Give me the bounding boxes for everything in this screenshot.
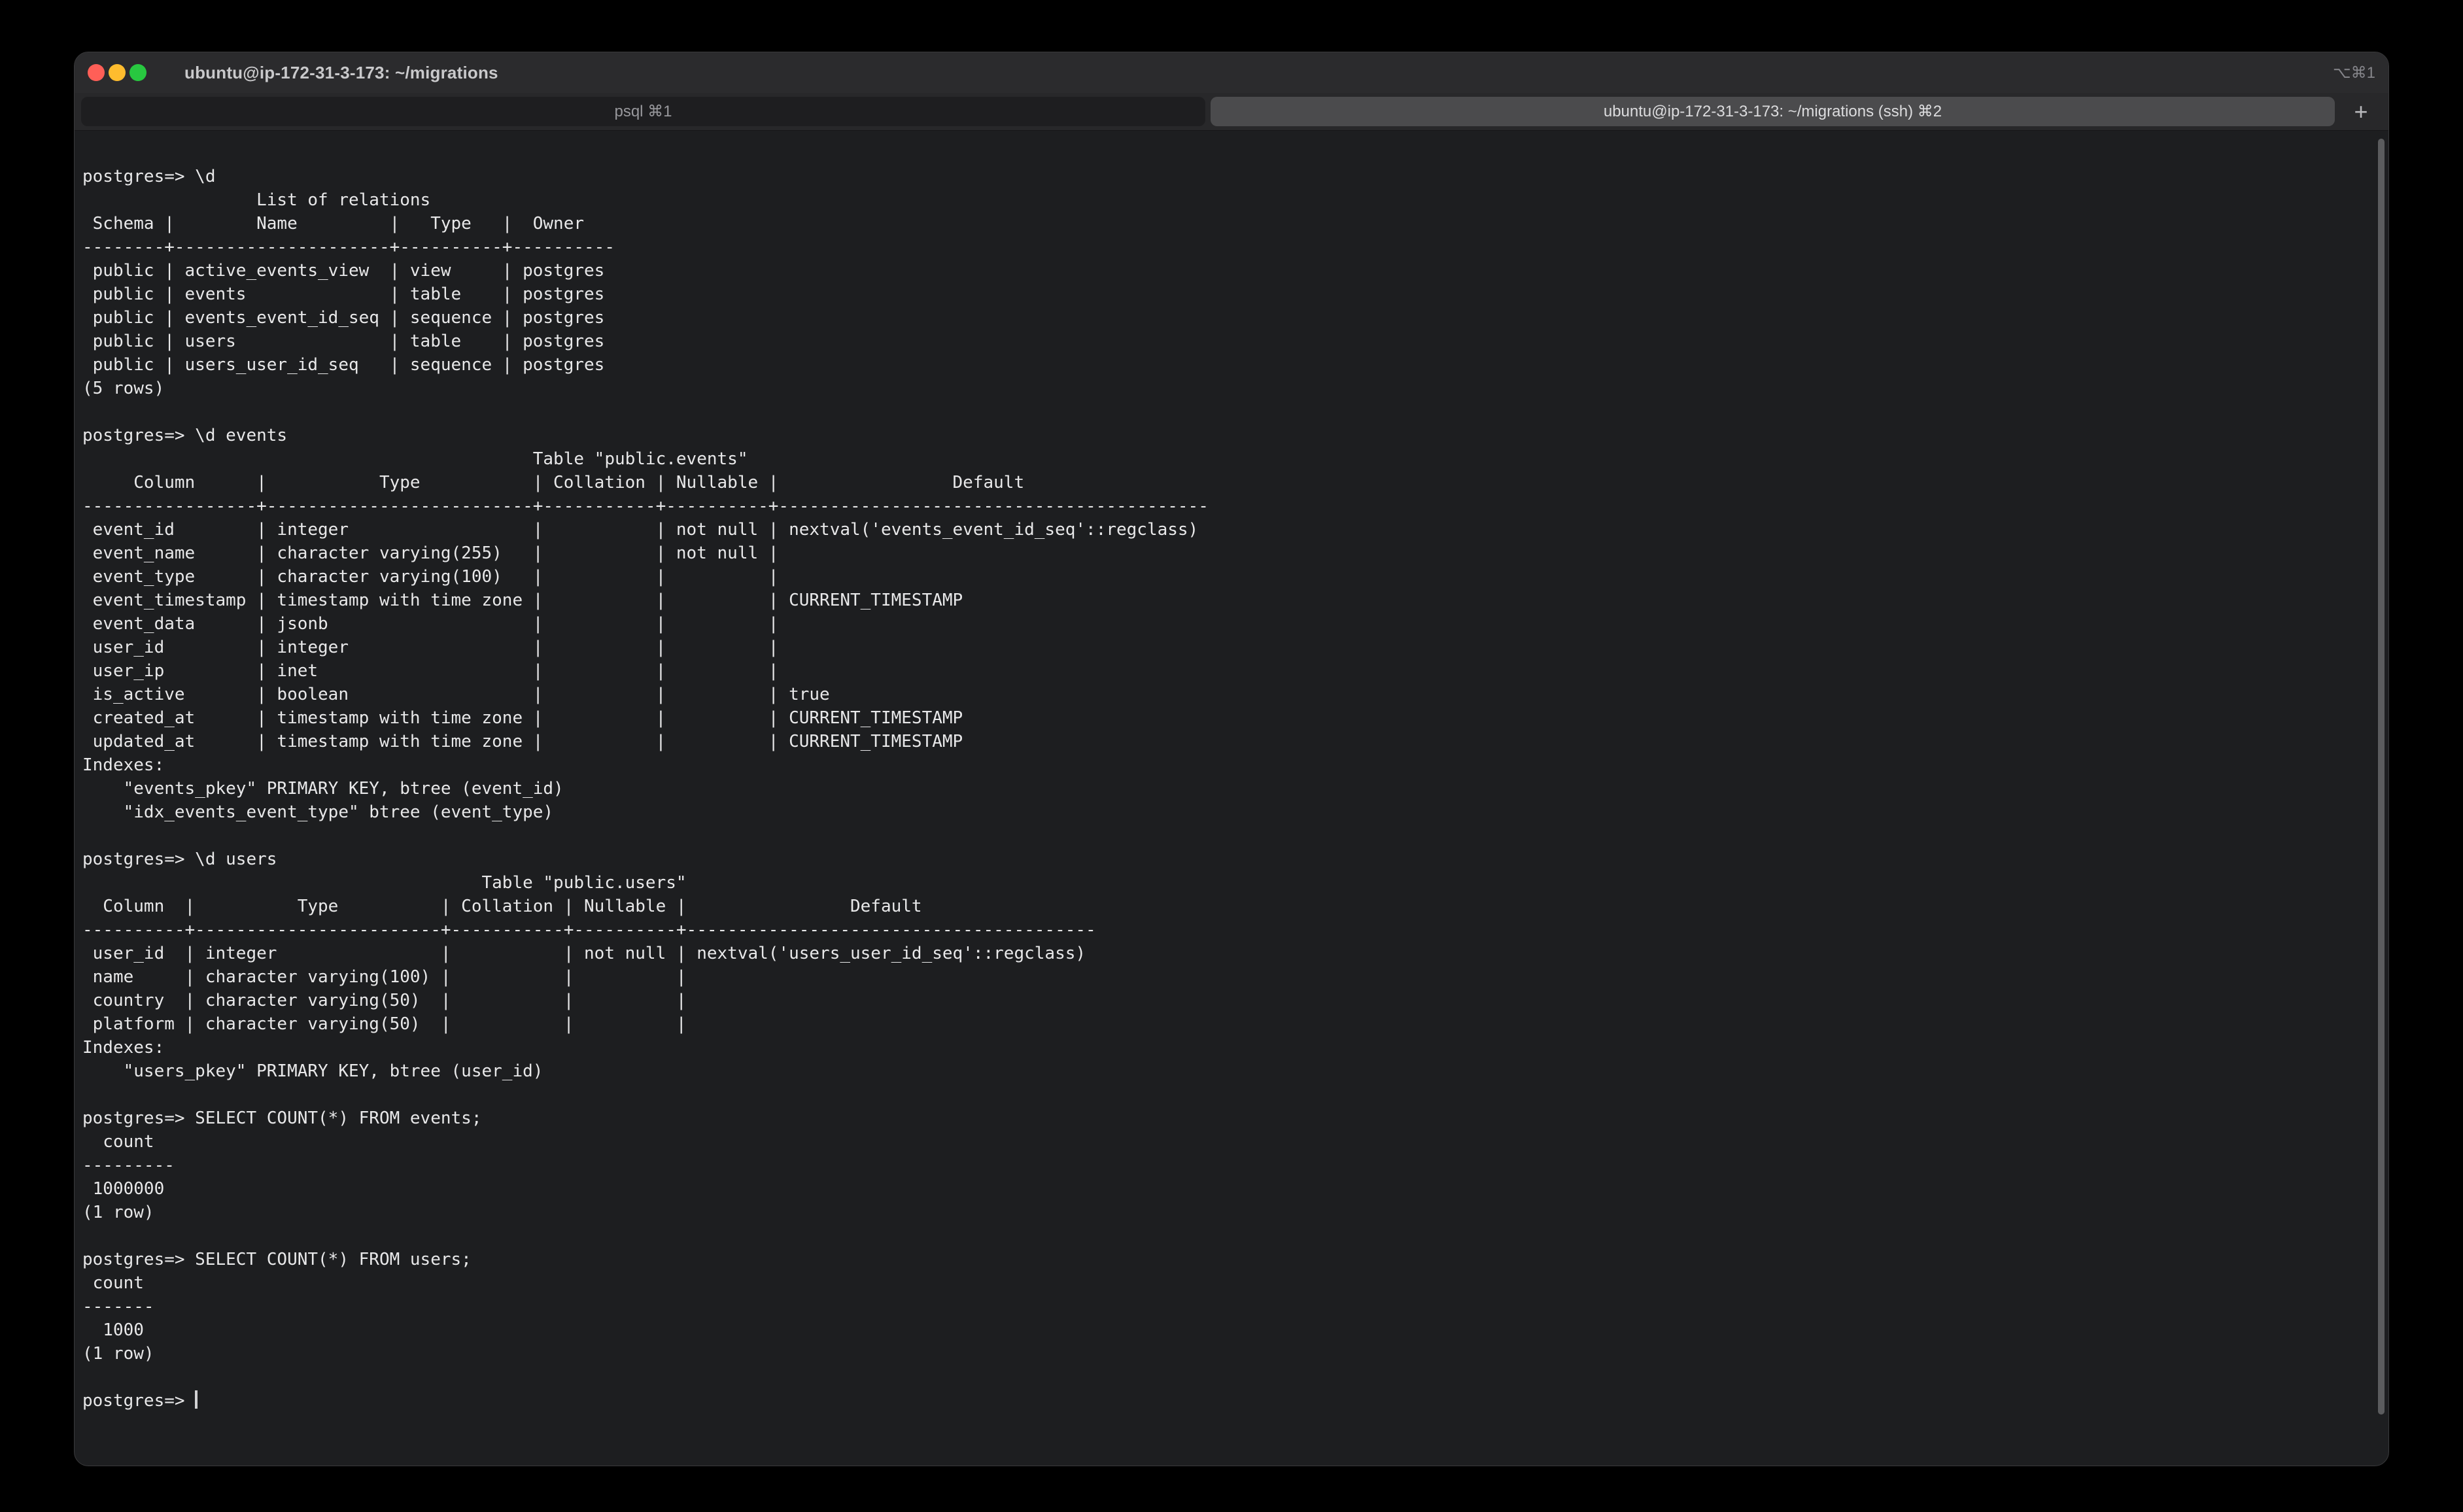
- window-titlebar[interactable]: ubuntu@ip-172-31-3-173: ~/migrations ⌥⌘1: [75, 52, 2388, 93]
- terminal-text: postgres=> \d List of relations Schema |…: [82, 167, 1209, 1411]
- keyboard-shortcut-hint: ⌥⌘1: [2333, 63, 2375, 82]
- new-tab-button[interactable]: +: [2340, 97, 2382, 126]
- zoom-button[interactable]: [129, 64, 146, 81]
- close-button[interactable]: [88, 64, 105, 81]
- text-cursor: [195, 1390, 198, 1409]
- minimize-button[interactable]: [109, 64, 126, 81]
- traffic-lights: [88, 64, 146, 81]
- tab-ssh-migrations[interactable]: ubuntu@ip-172-31-3-173: ~/migrations (ss…: [1211, 97, 2335, 126]
- terminal-content[interactable]: postgres=> \d List of relations Schema |…: [75, 131, 2388, 1466]
- tab-psql-label: psql ⌘1: [614, 102, 672, 121]
- tab-psql[interactable]: psql ⌘1: [81, 97, 1205, 126]
- terminal-buffer: postgres=> \d List of relations Schema |…: [75, 131, 2388, 1413]
- tab-bar: psql ⌘1 ubuntu@ip-172-31-3-173: ~/migrat…: [75, 93, 2388, 131]
- desktop-background: ubuntu@ip-172-31-3-173: ~/migrations ⌥⌘1…: [0, 0, 2463, 1512]
- window-title: ubuntu@ip-172-31-3-173: ~/migrations: [184, 63, 498, 83]
- tab-ssh-migrations-label: ubuntu@ip-172-31-3-173: ~/migrations (ss…: [1604, 102, 1942, 121]
- terminal-window: ubuntu@ip-172-31-3-173: ~/migrations ⌥⌘1…: [74, 52, 2389, 1466]
- scrollbar-thumb[interactable]: [2378, 139, 2385, 1415]
